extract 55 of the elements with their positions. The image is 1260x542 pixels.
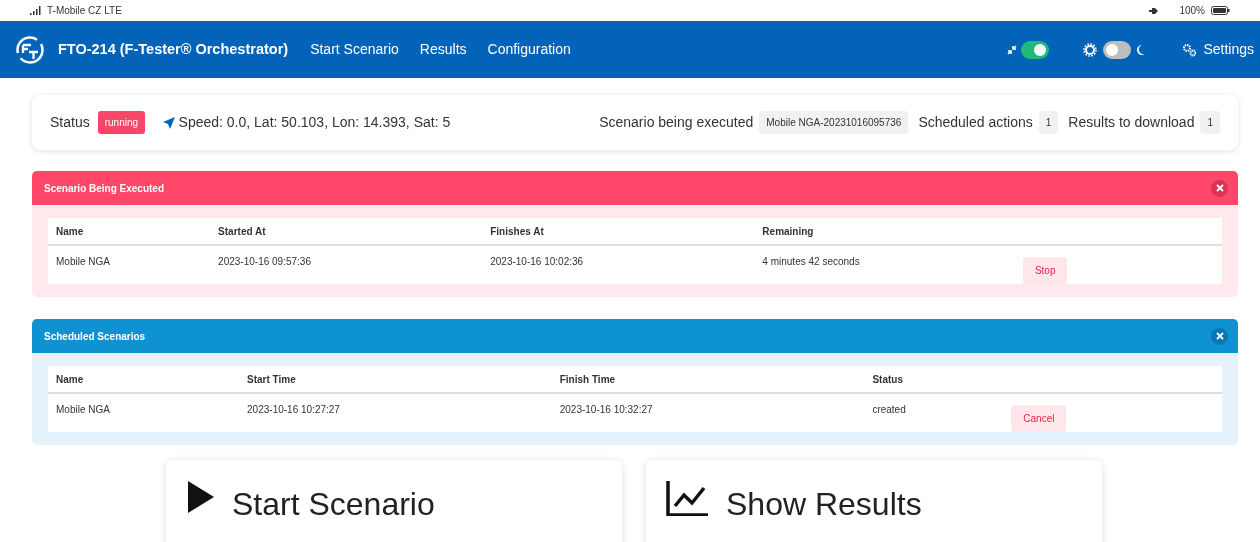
- table-cell-text: Mobile NGA: [56, 402, 111, 417]
- results-label: Results to download: [1068, 113, 1195, 132]
- sun-icon: [1082, 42, 1097, 57]
- column-header: Start Time: [247, 372, 297, 387]
- column-header: Remaining: [762, 224, 815, 239]
- line-chart-icon: [666, 480, 710, 516]
- status-label: Status: [50, 113, 90, 132]
- column-header: Started At: [218, 224, 267, 239]
- scenario-badge: Mobile NGA-20231016095736: [759, 111, 909, 134]
- settings-link[interactable]: Settings: [1182, 39, 1254, 60]
- column-header: Name: [56, 224, 85, 239]
- big-button[interactable]: Start Scenario: [166, 460, 622, 542]
- close-button[interactable]: [1211, 179, 1228, 197]
- status-badge: running: [97, 111, 146, 134]
- signal-icon: [30, 6, 41, 15]
- big-button[interactable]: Show Results: [646, 460, 1102, 542]
- plug-icon: [1149, 6, 1160, 15]
- battery-level: 100%: [1179, 4, 1205, 18]
- moon-icon: [1135, 43, 1147, 56]
- count-badge: 1: [1200, 111, 1220, 134]
- close-icon: [1215, 184, 1224, 192]
- table-cell-text: 2023-10-16 10:27:27: [247, 402, 341, 417]
- logo-icon: [16, 35, 44, 64]
- toggle-switch[interactable]: [1020, 40, 1049, 59]
- action-button[interactable]: Stop: [1022, 256, 1068, 284]
- panel-title: Scheduled Scenarios: [44, 329, 146, 344]
- toggle-switch[interactable]: [1103, 40, 1132, 59]
- scenario-label: Scenario being executed: [599, 113, 754, 132]
- nav-link[interactable]: Results: [419, 39, 467, 60]
- table-cell-text: 2023-10-16 10:32:27: [559, 402, 654, 417]
- close-icon: [1215, 332, 1224, 340]
- column-header: Status: [872, 372, 904, 387]
- battery-icon: [1211, 6, 1230, 15]
- carrier-name: T-Mobile CZ LTE: [47, 4, 122, 18]
- column-header: Finishes At: [490, 224, 545, 239]
- close-button[interactable]: [1211, 327, 1228, 345]
- play-icon: [186, 480, 216, 514]
- column-header: Finish Time: [559, 372, 617, 387]
- action-button[interactable]: Cancel: [1011, 404, 1067, 432]
- column-header: Name: [56, 372, 85, 387]
- location-arrow-icon: [163, 116, 176, 129]
- table-cell-text: 4 minutes 42 seconds: [762, 254, 861, 269]
- table-cell-text: 2023-10-16 10:02:36: [490, 254, 585, 269]
- table-cell-text: created: [872, 402, 907, 417]
- app-title: FTO-214 (F-Tester® Orchestrator): [58, 39, 289, 59]
- nav-link[interactable]: Start Scenario: [310, 39, 399, 60]
- count-badge: 1: [1038, 111, 1059, 134]
- nav-link[interactable]: Configuration: [487, 39, 571, 60]
- compress-icon: [1007, 44, 1018, 55]
- table-cell-text: 2023-10-16 09:57:36: [218, 254, 312, 269]
- scheduled-label: Scheduled actions: [918, 113, 1033, 132]
- settings-icon: [1182, 42, 1197, 57]
- panel-title: Scenario Being Executed: [44, 181, 165, 196]
- gps-info: Speed: 0.0, Lat: 50.103, Lon: 14.393, Sat: 5: [178, 113, 451, 132]
- table-cell-text: Mobile NGA: [56, 254, 111, 269]
